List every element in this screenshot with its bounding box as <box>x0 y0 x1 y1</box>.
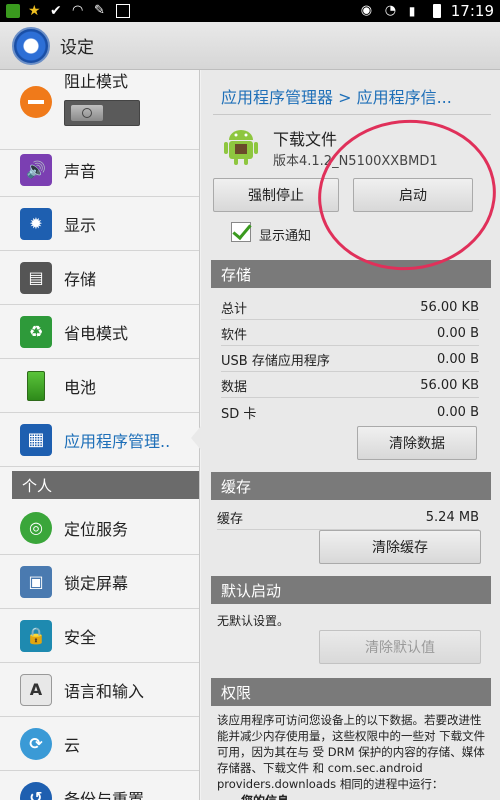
show-notification-checkbox[interactable] <box>231 222 251 242</box>
backup-icon: ↺ <box>20 781 52 800</box>
sidebar-item-storage[interactable]: ▤ 存储 <box>0 251 199 305</box>
sidebar-item-display[interactable]: ✹ 显示 <box>0 197 199 251</box>
signal-icon: ▮ <box>408 4 416 18</box>
block-icon <box>20 86 52 118</box>
cloud-sync-icon: ⟳ <box>20 727 52 760</box>
sidebar-item-battery[interactable]: 电池 <box>0 359 199 413</box>
sidebar-item-label: 定位服务 <box>64 519 129 539</box>
settings-sidebar: 阻止模式 🔊 声音 ✹ 显示 ▤ 存储 ♻ 省电模式 电池 ▦ 应用程序管理..… <box>0 70 200 800</box>
permissions-subheading: 您的信息 <box>241 792 289 800</box>
keyboard-a-icon: A <box>20 673 52 706</box>
permissions-description: 该应用程序可访问您设备上的以下数据。若要改进性能并减少内存使用量，这些权限中的一… <box>217 713 486 791</box>
sidebar-item-label: 备份与重置 <box>64 789 145 800</box>
cache-row: 缓存 5.24 MB <box>217 506 479 530</box>
sidebar-item-label: 显示 <box>64 215 97 235</box>
sidebar-item-label: 省电模式 <box>64 323 129 343</box>
storage-row-total: 总计 56.00 KB <box>221 296 479 320</box>
sidebar-item-blocking-mode[interactable]: 阻止模式 <box>0 70 199 150</box>
brightness-icon: ✹ <box>20 207 52 240</box>
blocking-mode-toggle[interactable] <box>64 100 140 126</box>
app-info-pane: 应用程序管理器 > 应用程序信... 下载文件 版本4.1.2_N5100XXB… <box>201 70 500 800</box>
edit-icon: ✎ <box>94 3 105 18</box>
android-robot-icon <box>224 130 258 165</box>
sidebar-item-label: 存储 <box>64 269 97 289</box>
app-name: 下载文件 <box>273 130 338 149</box>
section-header-personal: 个人 <box>12 471 199 499</box>
gallery-icon <box>6 4 20 18</box>
battery-level-icon <box>20 370 52 402</box>
section-header-storage: 存储 <box>211 260 491 288</box>
sidebar-item-location[interactable]: ◎ 定位服务 <box>0 501 199 555</box>
storage-row-sd: SD 卡 0.00 B <box>221 404 479 422</box>
settings-gear-icon[interactable] <box>12 26 50 65</box>
check-icon: ✔ <box>50 3 62 19</box>
page-title: 设定 <box>60 38 94 58</box>
eye-icon: ◉ <box>360 3 373 18</box>
show-notification-label: 显示通知 <box>259 229 312 244</box>
force-stop-button[interactable]: 强制停止 <box>213 178 339 212</box>
sidebar-item-label: 声音 <box>64 161 97 181</box>
section-header-permissions: 权限 <box>211 678 491 706</box>
battery-icon <box>432 4 441 18</box>
action-bar: 设定 <box>0 22 500 70</box>
clear-cache-button[interactable]: 清除缓存 <box>319 530 481 564</box>
sidebar-item-app-manager[interactable]: ▦ 应用程序管理.. <box>0 413 199 467</box>
defaults-note: 无默认设置。 <box>217 614 290 628</box>
start-button[interactable]: 启动 <box>353 178 473 212</box>
storage-row-software: 软件 0.00 B <box>221 322 479 346</box>
sidebar-item-backup-reset[interactable]: ↺ 备份与重置 <box>0 771 199 800</box>
clipboard-icon <box>116 4 130 18</box>
sidebar-item-label: 云 <box>64 735 81 755</box>
status-bar: ★ ✔ ◠ ✎ ◉ ◔ ▮ 17:19 <box>0 0 500 22</box>
sidebar-item-label: 阻止模式 <box>64 72 129 91</box>
apps-grid-icon: ▦ <box>20 423 52 456</box>
section-header-defaults: 默认启动 <box>211 576 491 604</box>
recycle-icon: ♻ <box>20 315 52 348</box>
lock-screen-icon: ▣ <box>20 565 52 598</box>
wifi-signal-icon: ◔ <box>384 3 397 18</box>
app-version: 版本4.1.2_N5100XXBMD1 <box>273 154 438 169</box>
speaker-icon: 🔊 <box>20 153 52 186</box>
location-icon: ◎ <box>20 511 52 544</box>
sidebar-item-label: 安全 <box>64 627 97 647</box>
storage-row-data: 数据 56.00 KB <box>221 374 479 398</box>
clear-data-button[interactable]: 清除数据 <box>357 426 477 460</box>
wifi-icon: ◠ <box>72 3 84 18</box>
storage-row-usb: USB 存储应用程序 0.00 B <box>221 348 479 372</box>
selection-pointer <box>191 426 201 450</box>
section-header-cache: 缓存 <box>211 472 491 500</box>
sidebar-item-security[interactable]: 🔒 安全 <box>0 609 199 663</box>
sidebar-item-label: 锁定屏幕 <box>64 573 129 593</box>
sidebar-item-power-saving[interactable]: ♻ 省电模式 <box>0 305 199 359</box>
clock: 17:19 <box>450 2 494 20</box>
sidebar-item-language-input[interactable]: A 语言和输入 <box>0 663 199 717</box>
sidebar-item-lock-screen[interactable]: ▣ 锁定屏幕 <box>0 555 199 609</box>
sidebar-item-label: 电池 <box>64 377 97 397</box>
clear-defaults-button[interactable]: 清除默认值 <box>319 630 481 664</box>
breadcrumb[interactable]: 应用程序管理器 > 应用程序信... <box>221 84 452 108</box>
sidebar-item-sound[interactable]: 🔊 声音 <box>0 143 199 197</box>
lock-icon: 🔒 <box>20 619 52 652</box>
sd-card-icon: ▤ <box>20 261 52 294</box>
sidebar-item-cloud[interactable]: ⟳ 云 <box>0 717 199 771</box>
sidebar-item-label: 应用程序管理.. <box>64 431 171 451</box>
star-icon: ★ <box>28 3 41 19</box>
sidebar-item-label: 语言和输入 <box>64 681 145 701</box>
